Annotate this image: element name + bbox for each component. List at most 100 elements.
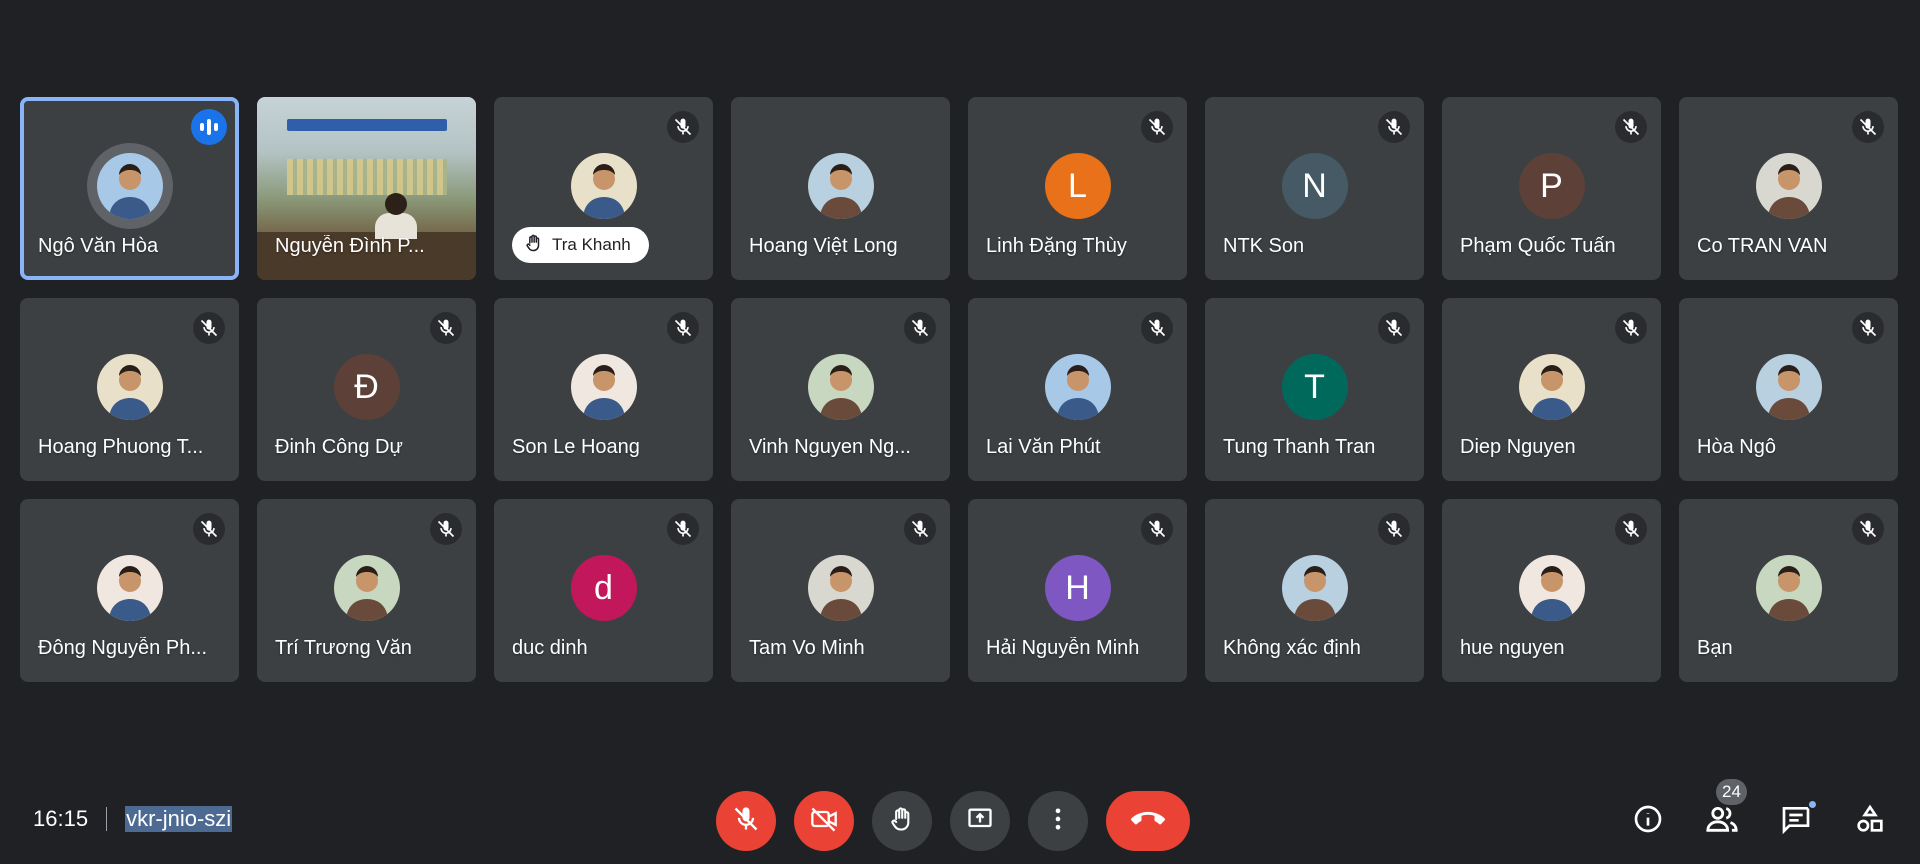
participant-avatar [96,555,163,621]
mic-muted-icon [1141,513,1173,545]
participant-avatar [1518,354,1585,420]
participant-tile[interactable]: d duc dinh [494,499,713,682]
participant-tile[interactable]: Bạn [1679,499,1898,682]
participant-avatar [570,153,637,219]
present-screen-button[interactable] [950,791,1010,851]
meeting-time: 16:15 [33,806,89,831]
speaking-indicator-icon [191,109,227,145]
mic-muted-icon [1141,312,1173,344]
people-icon [1705,802,1739,841]
participant-name: duc dinh [512,637,588,659]
meeting-details: 16:15 vkr-jnio-szi [33,806,233,832]
participant-name: Tam Vo Minh [749,637,865,659]
mic-muted-icon [1852,513,1884,545]
participant-grid: Ngô Văn Hòa Nguyễn Đình P... Tra Khanh Hoan… [20,97,1900,682]
call-controls [716,791,1190,851]
participant-tile[interactable]: Lai Văn Phút [968,298,1187,481]
participant-tile[interactable]: T Tung Thanh Tran [1205,298,1424,481]
meeting-code[interactable]: vkr-jnio-szi [125,806,233,832]
participant-avatar: d [570,555,637,621]
participant-name: Hải Nguyễn Minh [986,637,1140,659]
meeting-info-button[interactable] [1618,791,1678,851]
mic-off-icon [732,805,760,838]
participant-tile[interactable]: Hòa Ngô [1679,298,1898,481]
participant-name: Hoang Việt Long [749,235,898,257]
participant-avatar [333,555,400,621]
participant-tile[interactable]: N NTK Son [1205,97,1424,280]
mic-muted-icon [904,312,936,344]
people-button[interactable]: 24 [1692,779,1752,851]
participant-avatar [807,153,874,219]
mic-muted-icon [193,513,225,545]
participant-avatar [86,143,173,229]
participant-tile[interactable]: Trí Trương Văn [257,499,476,682]
participant-tile[interactable]: L Linh Đặng Thùy [968,97,1187,280]
mic-muted-icon [1852,111,1884,143]
participant-avatar [1518,555,1585,621]
camera-off-icon [810,805,838,838]
participant-count-badge: 24 [1716,779,1747,805]
mic-muted-icon [1615,111,1647,143]
participant-tile[interactable]: Hoang Phuong T... [20,298,239,481]
participant-avatar: P [1518,153,1585,219]
participant-avatar [96,354,163,420]
participant-tile[interactable]: Vinh Nguyen Ng... [731,298,950,481]
participant-tile[interactable]: Diep Nguyen [1442,298,1661,481]
participant-name: Son Le Hoang [512,436,640,458]
participant-avatar: H [1044,555,1111,621]
raise-hand-icon [524,233,544,258]
participant-name: Lai Văn Phút [986,436,1101,458]
unread-dot [1807,799,1818,810]
mic-muted-icon [667,111,699,143]
participant-tile[interactable]: Không xác định [1205,499,1424,682]
more-options-icon [1044,805,1072,838]
mic-muted-icon [1378,312,1410,344]
participant-tile[interactable]: Đông Nguyễn Ph... [20,499,239,682]
mic-muted-icon [667,513,699,545]
participant-avatar [807,555,874,621]
participant-tile[interactable]: Tra Khanh [494,97,713,280]
microphone-toggle-button[interactable] [716,791,776,851]
participant-avatar [1755,354,1822,420]
mic-muted-icon [193,312,225,344]
chat-button[interactable] [1766,791,1826,851]
mic-muted-icon [1378,111,1410,143]
activities-button[interactable] [1840,791,1900,851]
participant-tile[interactable]: Nguyễn Đình P... [257,97,476,280]
participant-avatar [1755,153,1822,219]
participant-name: Không xác định [1223,637,1361,659]
raise-hand-icon [888,805,916,838]
mic-muted-icon [430,513,462,545]
participant-name: Đinh Công Dự [275,436,403,458]
participant-tile[interactable]: hue nguyen [1442,499,1661,682]
participant-tile[interactable]: P Phạm Quốc Tuấn [1442,97,1661,280]
participant-tile[interactable]: Tam Vo Minh [731,499,950,682]
mic-muted-icon [1615,513,1647,545]
participant-avatar: L [1044,153,1111,219]
camera-toggle-button[interactable] [794,791,854,851]
participant-name: Linh Đặng Thùy [986,235,1127,257]
participant-tile[interactable]: Co TRAN VAN [1679,97,1898,280]
more-options-button[interactable] [1028,791,1088,851]
raise-hand-button[interactable] [872,791,932,851]
participant-tile[interactable]: Ngô Văn Hòa [20,97,239,280]
chat-icon [1780,803,1812,840]
participant-tile[interactable]: Đ Đinh Công Dự [257,298,476,481]
participant-tile[interactable]: H Hải Nguyễn Minh [968,499,1187,682]
participant-name: Tung Thanh Tran [1223,436,1376,458]
participant-name: Hoang Phuong T... [38,436,204,458]
participant-name: Diep Nguyen [1460,436,1576,458]
meeting-tools: 24 [1618,779,1900,851]
participant-avatar [1281,555,1348,621]
divider [106,807,108,831]
participant-name: Tra Khanh [552,235,631,254]
participant-tile[interactable]: Son Le Hoang [494,298,713,481]
leave-call-button[interactable] [1106,791,1190,851]
participant-tile[interactable]: Hoang Việt Long [731,97,950,280]
present-screen-icon [966,805,994,838]
participant-name: Ngô Văn Hòa [38,235,159,257]
mic-muted-icon [430,312,462,344]
participant-avatar: N [1281,153,1348,219]
mic-muted-icon [667,312,699,344]
participant-name: Phạm Quốc Tuấn [1460,235,1616,257]
